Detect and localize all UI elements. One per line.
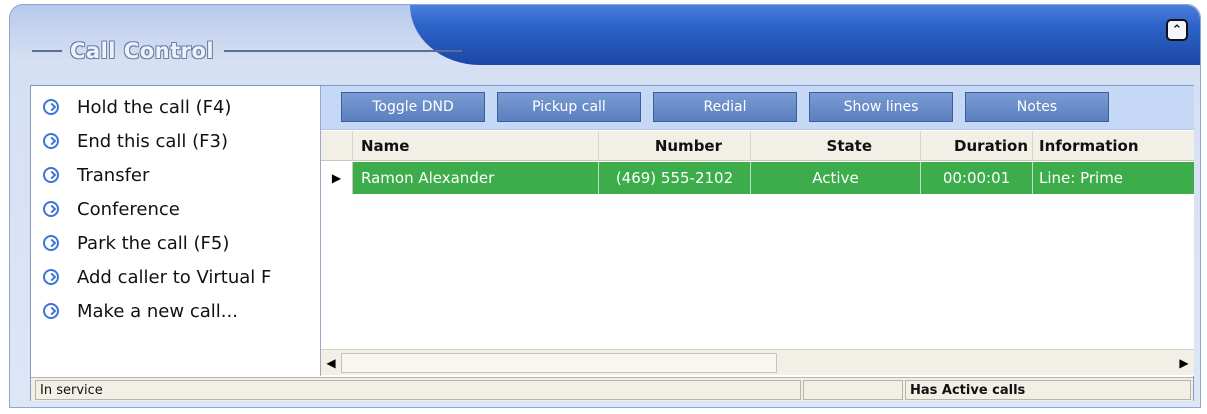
action-label: Add caller to Virtual F (77, 266, 272, 288)
cell-name: Ramon Alexander (353, 162, 599, 194)
header-row-indicator (321, 131, 353, 161)
notes-button[interactable]: Notes (965, 92, 1109, 122)
cell-state: Active (751, 162, 921, 194)
status-active-calls: Has Active calls (905, 380, 1191, 400)
redial-button[interactable]: Redial (653, 92, 797, 122)
panel-title: Call Control (70, 39, 215, 63)
call-control-panel: Call Control ⌃ Hold the call (F4) End th… (9, 4, 1201, 408)
conference-action[interactable]: Conference (43, 194, 180, 224)
hold-icon (43, 99, 59, 115)
action-label: Transfer (77, 164, 150, 186)
status-middle (803, 380, 903, 400)
new-call-icon (43, 303, 59, 319)
action-label: Park the call (F5) (77, 232, 230, 254)
column-header-duration[interactable]: Duration (921, 131, 1033, 161)
action-list: Hold the call (F4) End this call (F3) Tr… (31, 86, 316, 376)
make-new-call-action[interactable]: Make a new call... (43, 296, 238, 326)
title-ribbon (410, 5, 1200, 65)
column-header-state[interactable]: State (751, 131, 921, 161)
action-label: End this call (F3) (77, 130, 228, 152)
double-chevron-up-icon: ⌃ (1171, 22, 1183, 38)
action-label: Conference (77, 198, 180, 220)
action-label: Hold the call (F4) (77, 96, 232, 118)
call-toolbar: Toggle DND Pickup call Redial Show lines… (321, 86, 1194, 130)
column-header-number[interactable]: Number (599, 131, 751, 161)
panel-title-group: Call Control (32, 33, 463, 69)
toggle-dnd-button[interactable]: Toggle DND (341, 92, 485, 122)
park-icon (43, 235, 59, 251)
content-area: Hold the call (F4) End this call (F3) Tr… (30, 85, 1194, 401)
cell-number: (469) 555-2102 (599, 162, 751, 194)
scroll-left-icon[interactable]: ◀ (323, 354, 339, 372)
cell-information: Line: Prime (1039, 169, 1124, 187)
table-row[interactable]: ▶ Ramon Alexander (469) 555-2102 Active … (321, 162, 1194, 194)
pickup-call-button[interactable]: Pickup call (497, 92, 641, 122)
action-label: Make a new call... (77, 300, 238, 322)
conference-icon (43, 201, 59, 217)
current-row-arrow-icon: ▶ (321, 162, 353, 194)
transfer-icon (43, 167, 59, 183)
horizontal-scrollbar[interactable]: ◀ ▶ (321, 349, 1194, 375)
park-call-action[interactable]: Park the call (F5) (43, 228, 229, 258)
grid-header: Name Number State Duration Information (321, 131, 1194, 161)
status-service: In service (35, 380, 801, 400)
column-header-information[interactable]: Information (1033, 131, 1195, 161)
title-bar: Call Control ⌃ (10, 5, 1200, 77)
calls-panel: Toggle DND Pickup call Redial Show lines… (320, 86, 1194, 376)
end-call-icon (43, 133, 59, 149)
add-caller-virtual-action[interactable]: Add caller to Virtual F (43, 262, 271, 292)
virtual-icon (43, 269, 59, 285)
transfer-action[interactable]: Transfer (43, 160, 149, 190)
hold-call-action[interactable]: Hold the call (F4) (43, 92, 231, 122)
status-bar: In service Has Active calls (31, 377, 1193, 401)
column-header-name[interactable]: Name (353, 131, 599, 161)
title-divider-right (224, 50, 463, 52)
scroll-right-icon[interactable]: ▶ (1176, 354, 1192, 372)
cell-duration: 00:00:01 (921, 162, 1033, 194)
scrollbar-thumb[interactable] (341, 353, 777, 373)
title-divider-left (32, 50, 62, 52)
end-call-action[interactable]: End this call (F3) (43, 126, 228, 156)
collapse-button[interactable]: ⌃ (1166, 19, 1188, 41)
show-lines-button[interactable]: Show lines (809, 92, 953, 122)
